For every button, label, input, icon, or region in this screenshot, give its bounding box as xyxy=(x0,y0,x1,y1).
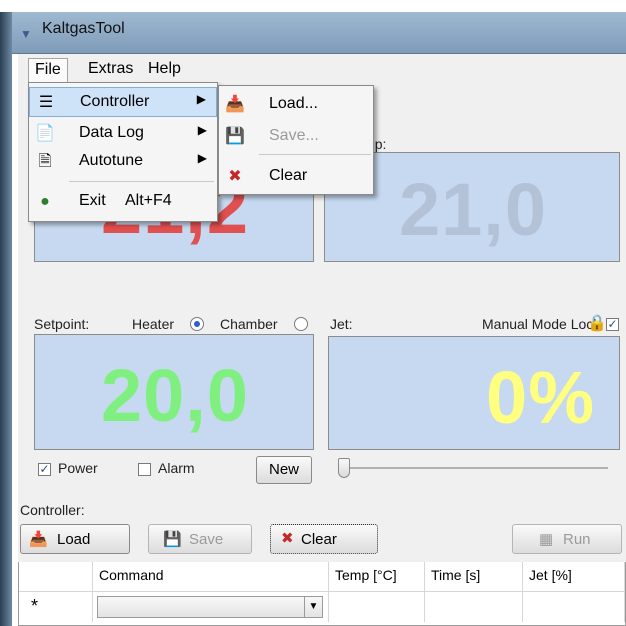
load-icon: 📥 xyxy=(225,96,245,113)
menu-item-exit-label: Exit xyxy=(79,192,106,209)
grid-header-temp[interactable]: Temp [°C] xyxy=(329,562,425,592)
menu-item-data-log[interactable]: 📄 Data Log ▶ xyxy=(29,119,217,149)
submenu-item-save[interactable]: 💾 Save... xyxy=(219,122,373,152)
setpoint-value: 20,0 xyxy=(100,354,250,437)
radio-dot xyxy=(194,321,200,327)
grid-cell-command[interactable]: ▼ xyxy=(93,592,329,622)
alarm-label: Alarm xyxy=(158,460,195,476)
load-icon: 📥 xyxy=(29,531,48,548)
setpoint-label: Setpoint: xyxy=(34,316,90,332)
menu-item-controller-label: Controller xyxy=(80,93,150,110)
menu-item-autotune-label: Autotune xyxy=(79,152,144,169)
new-button[interactable]: New xyxy=(256,456,312,484)
jet-value: 0% xyxy=(486,356,595,439)
submenu-arrow-icon: ▶ xyxy=(196,92,206,106)
menu-item-autotune[interactable]: 🗎 Autotune ▶ xyxy=(29,147,217,177)
autotune-icon: 🗎 xyxy=(38,153,52,170)
heater-radio[interactable] xyxy=(190,317,204,331)
jet-label: Jet: xyxy=(330,316,353,332)
submenu-item-clear[interactable]: ✖ Clear xyxy=(219,162,373,192)
menu-item-exit[interactable]: ● Exit Alt+F4 xyxy=(29,187,217,217)
alarm-checkbox[interactable] xyxy=(138,463,151,476)
jet-slider-track[interactable] xyxy=(338,467,608,469)
menu-item-data-log-label: Data Log xyxy=(79,124,144,141)
heater-radio-label: Heater xyxy=(132,316,175,332)
jet-slider-thumb[interactable] xyxy=(338,458,350,478)
submenu-item-load[interactable]: 📥 Load... xyxy=(219,90,373,120)
grid-header-row-selector xyxy=(19,562,93,592)
data-log-icon: 📄 xyxy=(35,125,55,142)
exit-icon: ● xyxy=(40,193,50,210)
controller-submenu: 📥 Load... 💾 Save... ✖ Clear xyxy=(218,85,374,195)
clear-button-label: Clear xyxy=(301,531,337,548)
save-icon: 💾 xyxy=(163,531,182,548)
title-bar[interactable]: ▼ KaltgasTool xyxy=(12,12,626,54)
grid-cell-jet[interactable] xyxy=(523,592,625,622)
grid-header-command[interactable]: Command xyxy=(93,562,329,592)
file-dropdown-menu: ☰ Controller ▶ 📄 Data Log ▶ 🗎 Autotune ▶… xyxy=(28,82,218,222)
new-row-marker-cell: * xyxy=(19,592,93,622)
load-button[interactable]: 📥 Load xyxy=(20,524,130,554)
grid-header-time[interactable]: Time [s] xyxy=(425,562,523,592)
grid-cell-time[interactable] xyxy=(425,592,523,622)
menu-separator xyxy=(259,154,371,155)
command-combobox[interactable]: ▼ xyxy=(97,596,323,618)
clear-button[interactable]: ✖ Clear xyxy=(270,524,378,554)
grid-cell-temp[interactable] xyxy=(329,592,425,622)
jet-panel: 0% xyxy=(328,336,620,450)
controller-section-label: Controller: xyxy=(20,502,85,518)
submenu-arrow-icon: ▶ xyxy=(197,123,207,137)
power-label: Power xyxy=(58,460,98,476)
lock-icon: 🔒 xyxy=(587,315,607,332)
run-button[interactable]: ▦ Run xyxy=(512,524,622,554)
setpoint-panel: 20,0 xyxy=(34,334,314,450)
save-icon: 💾 xyxy=(225,128,245,145)
chamber-radio-label: Chamber xyxy=(220,316,278,332)
clear-icon: ✖ xyxy=(281,530,294,547)
window-title: KaltgasTool xyxy=(42,20,125,37)
submenu-save-label: Save... xyxy=(269,127,319,144)
save-button-label: Save xyxy=(189,531,224,548)
submenu-load-label: Load... xyxy=(269,95,318,112)
controller-icon: ☰ xyxy=(38,94,54,111)
menu-file[interactable]: File xyxy=(28,58,68,82)
menu-item-controller[interactable]: ☰ Controller ▶ xyxy=(29,87,217,117)
window-frame-left xyxy=(0,12,12,626)
clear-icon: ✖ xyxy=(228,168,242,185)
manual-mode-lock-label: Manual Mode Lock xyxy=(482,316,601,332)
menu-help[interactable]: Help xyxy=(142,58,187,82)
run-button-label: Run xyxy=(563,531,591,548)
submenu-arrow-icon: ▶ xyxy=(197,151,207,165)
chamber-radio[interactable] xyxy=(294,317,308,331)
chevron-down-icon[interactable]: ▼ xyxy=(304,597,322,617)
exit-shortcut: Alt+F4 xyxy=(125,192,172,209)
load-button-label: Load xyxy=(57,531,91,548)
new-row-marker: * xyxy=(31,596,39,616)
app-icon: ▼ xyxy=(20,27,32,41)
manual-mode-lock-checkbox[interactable]: ✓ xyxy=(606,318,619,331)
power-checkbox[interactable]: ✓ xyxy=(38,463,51,476)
save-button[interactable]: 💾 Save xyxy=(148,524,252,554)
grid-header-jet[interactable]: Jet [%] xyxy=(523,562,625,592)
submenu-clear-label: Clear xyxy=(269,167,308,184)
run-icon: ▦ xyxy=(539,531,554,548)
menu-extras[interactable]: Extras xyxy=(82,58,139,82)
menu-separator xyxy=(69,181,214,182)
